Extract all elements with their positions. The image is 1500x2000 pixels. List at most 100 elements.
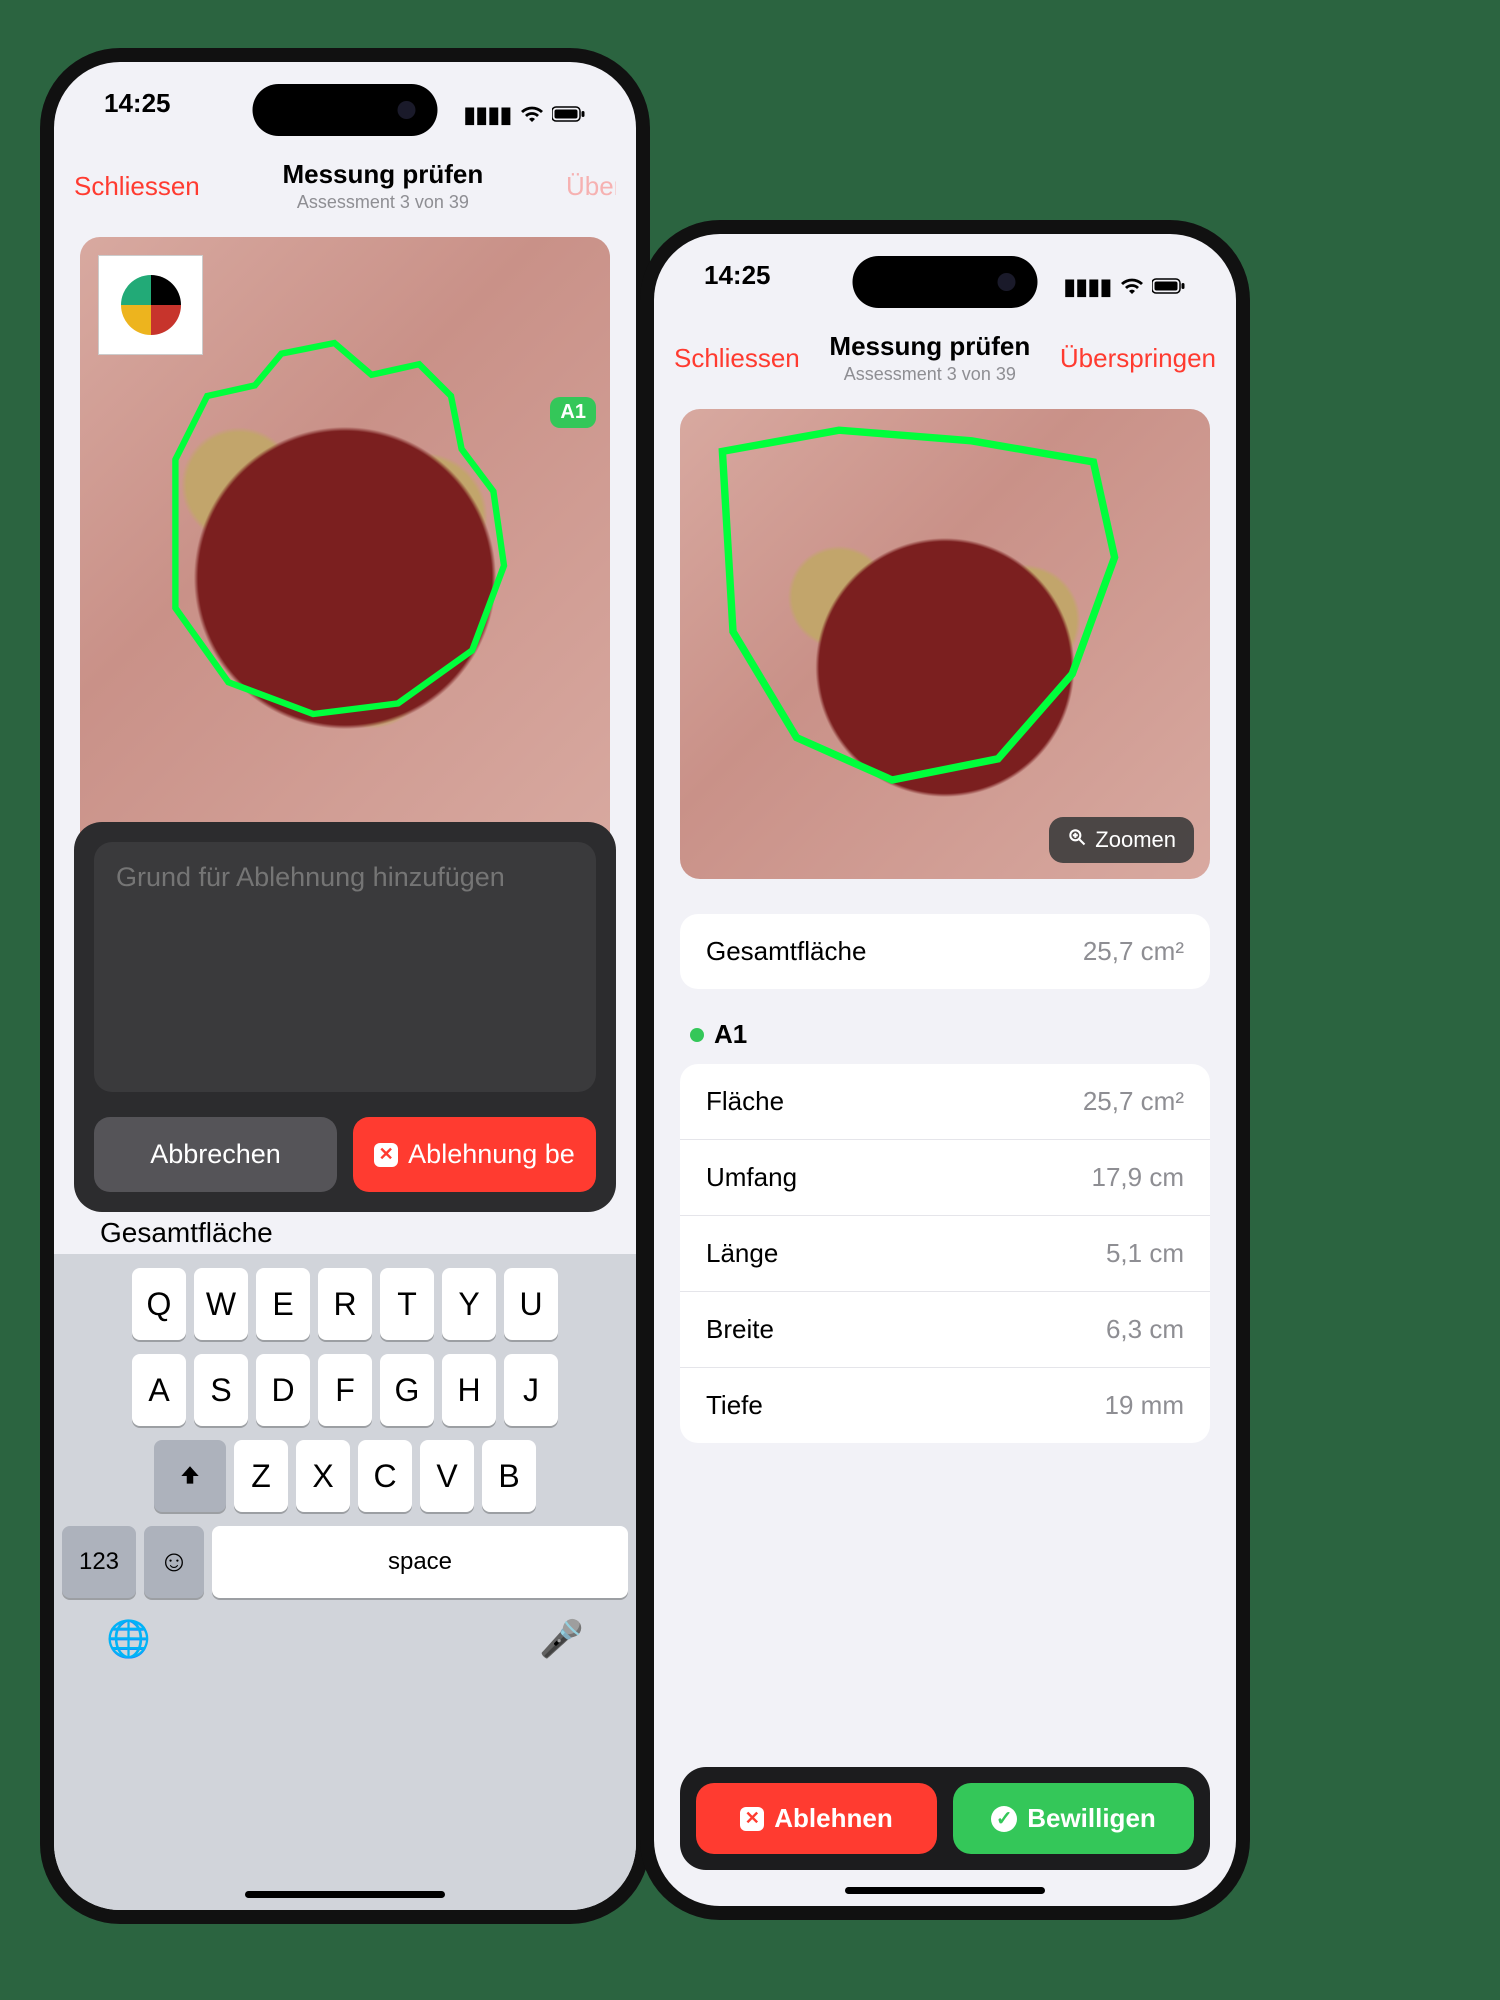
- phone-right: 14:25 ▮▮▮▮ Schliessen Messung prüfen Ass…: [640, 220, 1250, 1920]
- key[interactable]: F: [318, 1354, 372, 1426]
- shift-key[interactable]: [154, 1440, 226, 1512]
- home-indicator[interactable]: [245, 1891, 445, 1898]
- battery-icon: [1152, 274, 1186, 300]
- key[interactable]: A: [132, 1354, 186, 1426]
- reject-reason-input[interactable]: [94, 842, 596, 1092]
- mic-icon[interactable]: 🎤: [539, 1618, 584, 1660]
- skip-button[interactable]: Überspringen: [566, 171, 616, 202]
- summary-peek: Gesamtfläche: [100, 1217, 273, 1249]
- nav-subtitle: Assessment 3 von 39: [829, 364, 1030, 385]
- home-indicator[interactable]: [845, 1887, 1045, 1894]
- nav-header: Schliessen Messung prüfen Assessment 3 v…: [54, 144, 636, 228]
- key[interactable]: S: [194, 1354, 248, 1426]
- metric-label: Fläche: [706, 1086, 784, 1117]
- globe-icon[interactable]: 🌐: [106, 1618, 151, 1660]
- metric-value: 19 mm: [1105, 1390, 1184, 1421]
- status-time: 14:25: [104, 88, 171, 142]
- region-metrics-card: Fläche 25,7 cm² Umfang 17,9 cm Länge 5,1…: [680, 1064, 1210, 1443]
- key[interactable]: X: [296, 1440, 350, 1512]
- reject-reason-sheet: Abbrechen ✕ Ablehnung be: [74, 822, 616, 1212]
- key[interactable]: V: [420, 1440, 474, 1512]
- total-area-card: Gesamtfläche 25,7 cm²: [680, 914, 1210, 989]
- check-icon: ✓: [991, 1806, 1017, 1832]
- magnifier-icon: [1067, 827, 1087, 853]
- key[interactable]: Y: [442, 1268, 496, 1340]
- nav-title: Messung prüfen: [829, 331, 1030, 362]
- key[interactable]: D: [256, 1354, 310, 1426]
- metric-label: Länge: [706, 1238, 778, 1269]
- status-time: 14:25: [704, 260, 771, 314]
- total-area-label: Gesamtfläche: [706, 936, 866, 967]
- status-bar: 14:25 ▮▮▮▮: [54, 62, 636, 142]
- nav-title: Messung prüfen: [282, 159, 483, 190]
- key[interactable]: H: [442, 1354, 496, 1426]
- action-bar: ✕ Ablehnen ✓ Bewilligen: [680, 1767, 1210, 1870]
- sheet-button-row: Abbrechen ✕ Ablehnung be: [94, 1117, 596, 1192]
- screen-left: 14:25 ▮▮▮▮ Schliessen Messung prüfen Ass…: [54, 62, 636, 1910]
- reject-button[interactable]: ✕ Ablehnen: [696, 1783, 937, 1854]
- zoom-button[interactable]: Zoomen: [1049, 817, 1194, 863]
- key[interactable]: Z: [234, 1440, 288, 1512]
- status-bar: 14:25 ▮▮▮▮: [654, 234, 1236, 314]
- key[interactable]: U: [504, 1268, 558, 1340]
- wifi-icon: [1120, 274, 1144, 300]
- metric-row: Länge 5,1 cm: [680, 1215, 1210, 1291]
- switch-key[interactable]: 123: [62, 1526, 136, 1598]
- key[interactable]: T: [380, 1268, 434, 1340]
- key[interactable]: R: [318, 1268, 372, 1340]
- zoom-label: Zoomen: [1095, 827, 1176, 853]
- total-area-value: 25,7 cm²: [1083, 936, 1184, 967]
- confirm-reject-button[interactable]: ✕ Ablehnung be: [353, 1117, 596, 1192]
- kb-footer: 🌐 🎤: [62, 1612, 628, 1660]
- space-key[interactable]: space: [212, 1526, 628, 1598]
- approve-button[interactable]: ✓ Bewilligen: [953, 1783, 1194, 1854]
- key[interactable]: Q: [132, 1268, 186, 1340]
- approve-label: Bewilligen: [1027, 1803, 1156, 1834]
- metric-value: 17,9 cm: [1092, 1162, 1185, 1193]
- skip-button[interactable]: Überspringen: [1060, 343, 1216, 374]
- total-area-row: Gesamtfläche 25,7 cm²: [680, 914, 1210, 989]
- emoji-key[interactable]: ☺: [144, 1526, 204, 1598]
- region-badge: A1: [550, 397, 596, 428]
- metric-value: 5,1 cm: [1106, 1238, 1184, 1269]
- status-icons: ▮▮▮▮: [1064, 260, 1186, 314]
- metric-label: Umfang: [706, 1162, 797, 1193]
- battery-icon: [552, 102, 586, 128]
- metric-label: Breite: [706, 1314, 774, 1345]
- key[interactable]: E: [256, 1268, 310, 1340]
- dot-icon: [690, 1028, 704, 1042]
- nav-subtitle: Assessment 3 von 39: [282, 192, 483, 213]
- close-button[interactable]: Schliessen: [74, 171, 200, 202]
- nav-header: Schliessen Messung prüfen Assessment 3 v…: [654, 316, 1236, 400]
- ios-keyboard: Q W E R T Y U A S D F G H J Z: [54, 1254, 636, 1910]
- confirm-reject-label: Ablehnung be: [408, 1139, 575, 1170]
- nav-title-block: Messung prüfen Assessment 3 von 39: [829, 331, 1030, 385]
- wound-image[interactable]: A1: [80, 237, 610, 857]
- key[interactable]: G: [380, 1354, 434, 1426]
- x-icon: ✕: [374, 1143, 398, 1167]
- wound-image[interactable]: Zoomen: [680, 409, 1210, 879]
- kb-row-1: Q W E R T Y U: [62, 1268, 628, 1340]
- metric-value: 6,3 cm: [1106, 1314, 1184, 1345]
- key[interactable]: J: [504, 1354, 558, 1426]
- key[interactable]: W: [194, 1268, 248, 1340]
- metric-label: Tiefe: [706, 1390, 763, 1421]
- wound-outline: [680, 409, 1210, 879]
- reject-label: Ablehnen: [774, 1803, 892, 1834]
- metric-row: Fläche 25,7 cm²: [680, 1064, 1210, 1139]
- metric-value: 25,7 cm²: [1083, 1086, 1184, 1117]
- kb-row-2: A S D F G H J: [62, 1354, 628, 1426]
- wifi-icon: [520, 102, 544, 128]
- key[interactable]: B: [482, 1440, 536, 1512]
- region-name: A1: [714, 1019, 747, 1050]
- signal-icon: ▮▮▮▮: [1064, 274, 1112, 300]
- calibration-marker: [98, 255, 203, 355]
- cancel-label: Abbrechen: [150, 1139, 281, 1170]
- cancel-button[interactable]: Abbrechen: [94, 1117, 337, 1192]
- key[interactable]: C: [358, 1440, 412, 1512]
- close-button[interactable]: Schliessen: [674, 343, 800, 374]
- phone-left: 14:25 ▮▮▮▮ Schliessen Messung prüfen Ass…: [40, 48, 650, 1924]
- region-group-label: A1: [680, 989, 1210, 1064]
- kb-row-3: Z X C V B: [62, 1440, 628, 1512]
- measurement-content: Gesamtfläche 25,7 cm² A1 Fläche 25,7 cm²…: [680, 914, 1210, 1736]
